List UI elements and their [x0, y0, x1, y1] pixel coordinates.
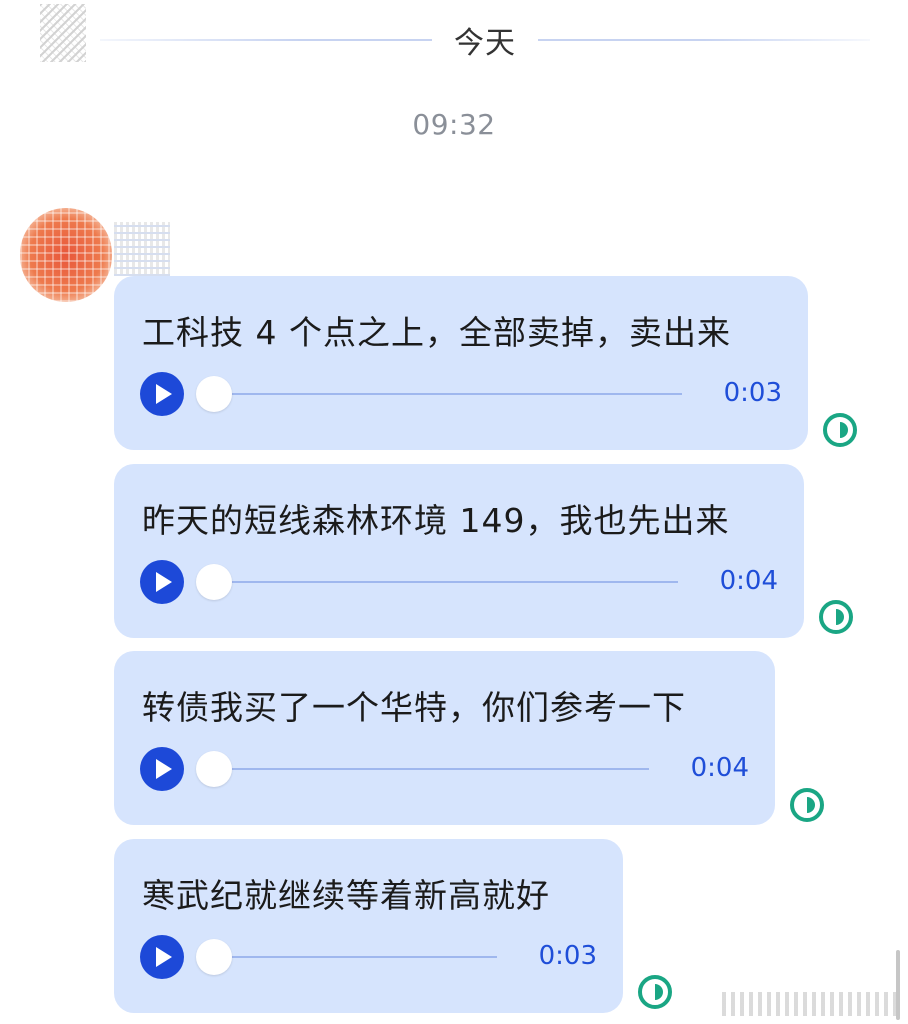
- audio-scrub-handle[interactable]: [196, 564, 232, 600]
- obscured-watermark-region: [722, 992, 900, 1016]
- half-circle-status-icon: [638, 975, 672, 1009]
- voice-transcript-text: 寒武纪就继续等着新高就好: [142, 876, 550, 915]
- divider-line-left: [100, 39, 432, 41]
- obscured-sender-name: [114, 222, 170, 276]
- audio-scrub-handle[interactable]: [196, 939, 232, 975]
- voice-player: 0:03: [140, 372, 782, 418]
- audio-progress-track[interactable]: [214, 393, 682, 395]
- date-label: 今天: [454, 26, 516, 61]
- divider-line-right: [538, 39, 870, 41]
- play-icon[interactable]: [140, 747, 184, 791]
- audio-scrub-handle[interactable]: [196, 376, 232, 412]
- obscured-corner-region: [40, 4, 86, 62]
- half-circle-status-icon: [823, 413, 857, 447]
- scrollbar-thumb[interactable]: [896, 950, 900, 1020]
- play-icon[interactable]: [140, 372, 184, 416]
- audio-progress-track[interactable]: [214, 956, 497, 958]
- voice-transcript-text: 转债我买了一个华特，你们参考一下: [142, 688, 686, 727]
- audio-duration: 0:04: [690, 753, 749, 783]
- play-icon[interactable]: [140, 935, 184, 979]
- date-divider: 今天: [100, 18, 870, 62]
- audio-duration: 0:04: [719, 566, 778, 596]
- audio-duration: 0:03: [723, 378, 782, 408]
- audio-progress-track[interactable]: [214, 581, 678, 583]
- message-timestamp: 09:32: [412, 108, 496, 141]
- audio-progress-track[interactable]: [214, 768, 649, 770]
- avatar-image: [20, 208, 112, 302]
- voice-message-bubble[interactable]: 寒武纪就继续等着新高就好 0:03: [114, 839, 623, 1013]
- voice-message-bubble[interactable]: 昨天的短线森林环境 149，我也先出来 0:04: [114, 464, 804, 638]
- voice-message-bubble[interactable]: 转债我买了一个华特，你们参考一下 0:04: [114, 651, 775, 825]
- voice-player: 0:03: [140, 935, 597, 981]
- half-circle-status-icon: [819, 600, 853, 634]
- voice-message-bubble[interactable]: 工科技 4 个点之上，全部卖掉，卖出来 0:03: [114, 276, 808, 450]
- voice-player: 0:04: [140, 747, 749, 793]
- audio-scrub-handle[interactable]: [196, 751, 232, 787]
- voice-transcript-text: 工科技 4 个点之上，全部卖掉，卖出来: [142, 313, 731, 352]
- play-icon[interactable]: [140, 560, 184, 604]
- half-circle-status-icon: [790, 788, 824, 822]
- audio-duration: 0:03: [538, 941, 597, 971]
- voice-player: 0:04: [140, 560, 778, 606]
- voice-transcript-text: 昨天的短线森林环境 149，我也先出来: [142, 501, 730, 540]
